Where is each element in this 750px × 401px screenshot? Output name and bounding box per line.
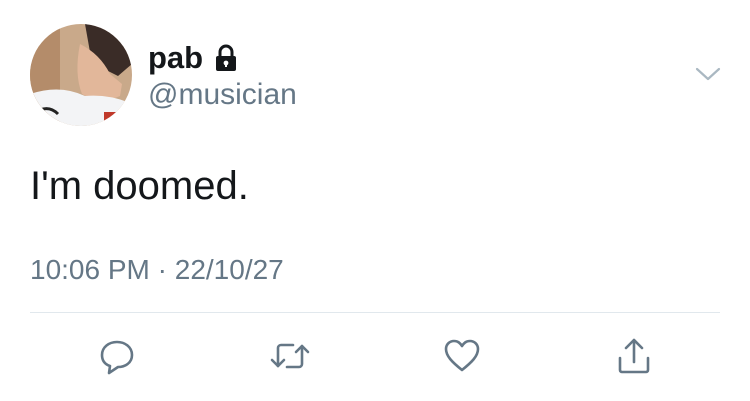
retweet-button[interactable] <box>268 334 312 378</box>
like-button[interactable] <box>440 334 484 378</box>
avatar[interactable] <box>30 24 132 126</box>
tweet-date: 22/10/27 <box>174 254 284 285</box>
display-name-text: pab <box>148 40 204 75</box>
reply-icon <box>100 340 134 375</box>
share-icon <box>618 338 650 374</box>
lock-icon <box>211 43 241 73</box>
chevron-down-icon[interactable] <box>694 64 722 84</box>
share-button[interactable] <box>612 334 656 378</box>
tweet-time: 10:06 PM <box>30 254 150 285</box>
meta-separator: · <box>157 254 167 285</box>
tweet-timestamp[interactable]: 10:06 PM · 22/10/27 <box>30 252 284 288</box>
retweet-icon <box>270 343 310 369</box>
reply-button[interactable] <box>95 334 139 378</box>
divider <box>30 312 720 313</box>
display-name[interactable]: pab <box>148 40 241 76</box>
user-handle[interactable]: @musician <box>148 77 297 113</box>
heart-icon <box>444 339 480 372</box>
tweet-text: I'm doomed. <box>30 164 249 208</box>
avatar-photo <box>30 24 132 126</box>
